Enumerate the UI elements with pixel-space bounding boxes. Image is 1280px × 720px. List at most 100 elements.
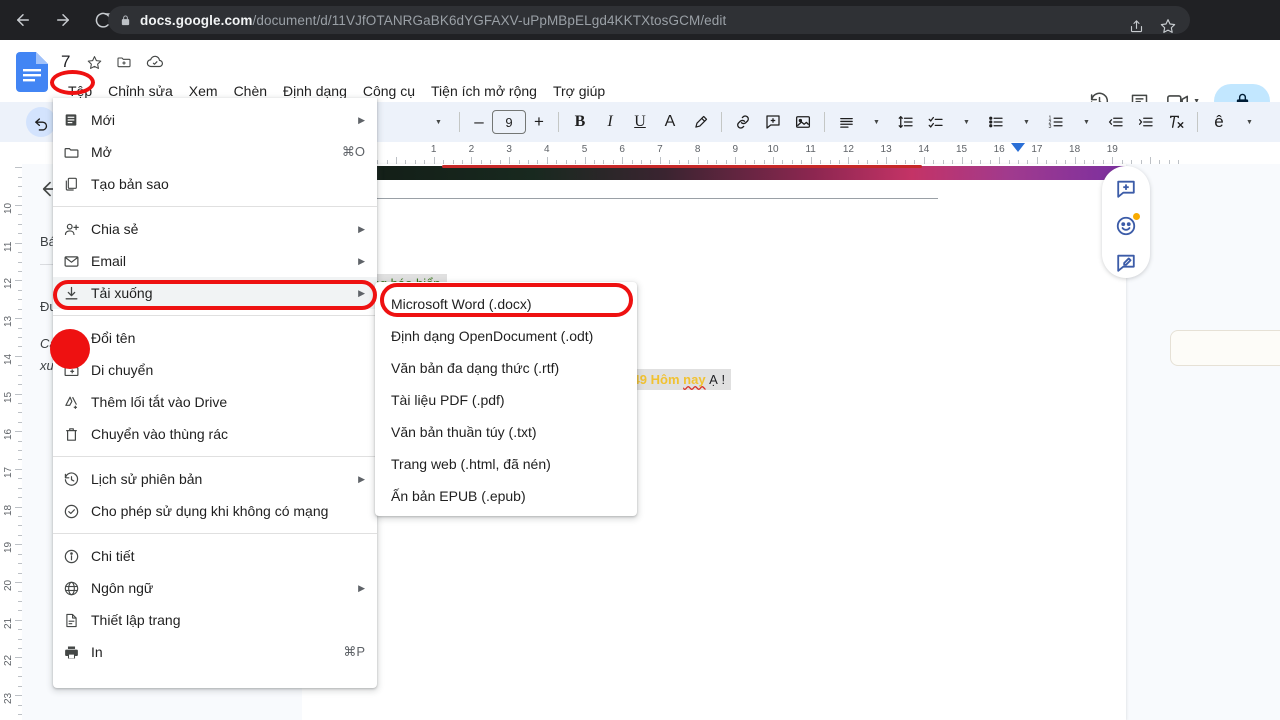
checklist-caret[interactable]: ▼	[951, 107, 981, 137]
bookmark-star-icon[interactable]	[1154, 12, 1182, 40]
italic-button[interactable]: I	[595, 107, 625, 137]
menu-item-label: Tải xuống	[91, 285, 153, 301]
editing-mode-caret[interactable]: ▼	[1234, 107, 1264, 137]
download-option-epub[interactable]: Ấn bản EPUB (.epub)	[375, 480, 637, 512]
menu-item-offline[interactable]: Cho phép sử dụng khi không có mạng	[53, 495, 377, 527]
decrease-font-size-button[interactable]: –	[466, 112, 492, 132]
clear-formatting-icon[interactable]	[1161, 107, 1191, 137]
trash-icon	[63, 426, 91, 443]
menu-item-language[interactable]: Ngôn ngữ ▶	[53, 572, 377, 604]
vertical-ruler[interactable]: 10 11 12 13 14 15 16 17 18 19 20 21 22 23	[0, 164, 22, 720]
menu-divider	[53, 533, 377, 534]
menu-item-open[interactable]: Mở ⌘O	[53, 136, 377, 168]
insert-link-icon[interactable]	[728, 107, 758, 137]
menu-item-move[interactable]: Di chuyển	[53, 354, 377, 386]
right-indent-marker[interactable]	[1011, 143, 1025, 152]
bulleted-list-icon[interactable]	[981, 107, 1011, 137]
browser-toolbar: docs.google.com/document/d/11VJfOTANRGaB…	[0, 0, 1280, 40]
side-action-rail	[1102, 166, 1150, 278]
ruler-number: 5	[581, 144, 588, 155]
increase-font-size-button[interactable]: +	[526, 112, 552, 132]
ruler-number: 3	[506, 144, 512, 155]
font-size-input[interactable]: 9	[492, 110, 526, 134]
comment-card-sliver[interactable]	[1170, 330, 1280, 366]
download-option-rtf[interactable]: Văn bản đa dạng thức (.rtf)	[375, 352, 637, 384]
menu-item-print[interactable]: In ⌘P	[53, 636, 377, 668]
numbered-list-caret[interactable]: ▼	[1071, 107, 1101, 137]
undo-icon[interactable]	[26, 107, 56, 137]
menu-item-label: Chuyển vào thùng rác	[91, 426, 228, 442]
horizontal-ruler[interactable]: 1 2 3 4 5 6 7 8 9 10 11 12 13 14 15 16 17 18 19	[302, 142, 1280, 164]
forward-button[interactable]	[46, 3, 80, 37]
vruler-tick	[15, 695, 22, 697]
toolbar-divider	[721, 112, 722, 132]
checklist-icon[interactable]	[921, 107, 951, 137]
url-domain: docs.google.com	[140, 12, 253, 28]
download-submenu[interactable]: Microsoft Word (.docx) Định dạng OpenDoc…	[375, 282, 637, 516]
ruler-tick	[509, 157, 511, 164]
download-option-docx[interactable]: Microsoft Word (.docx)	[375, 288, 637, 320]
ruler-tick	[1074, 157, 1076, 164]
insert-image-icon[interactable]	[788, 107, 818, 137]
toolbar-divider	[1197, 112, 1198, 132]
download-option-txt[interactable]: Văn bản thuần túy (.txt)	[375, 416, 637, 448]
align-caret[interactable]: ▼	[861, 107, 891, 137]
address-bar[interactable]: docs.google.com/document/d/11VJfOTANRGaB…	[108, 6, 1190, 34]
bold-button[interactable]: B	[565, 107, 595, 137]
share-icon[interactable]	[1122, 12, 1150, 40]
numbered-list-icon[interactable]: 123	[1041, 107, 1071, 137]
menu-item-make-copy[interactable]: Tạo bản sao	[53, 168, 377, 200]
emoji-reaction-rail-icon[interactable]	[1110, 211, 1142, 240]
vruler-tick	[15, 657, 22, 659]
vruler-number: 12	[3, 278, 14, 290]
back-button[interactable]	[6, 3, 40, 37]
vruler-tick	[15, 167, 22, 169]
submenu-arrow-icon: ▶	[358, 287, 365, 298]
move-folder-icon	[63, 362, 91, 379]
menu-item-share[interactable]: Chia sẻ ▶	[53, 213, 377, 245]
vruler-tick	[15, 582, 22, 583]
add-comment-icon[interactable]	[758, 107, 788, 137]
menu-item-details[interactable]: Chi tiết	[53, 540, 377, 572]
menu-item-page-setup[interactable]: Thiết lập trang	[53, 604, 377, 636]
menu-extensions[interactable]: Tiện ích mở rộng	[423, 81, 545, 101]
underline-button[interactable]: U	[625, 107, 655, 137]
ruler-number: 18	[1069, 144, 1081, 155]
decrease-indent-icon[interactable]	[1101, 107, 1131, 137]
add-comment-rail-icon[interactable]	[1110, 174, 1142, 203]
menu-item-download[interactable]: Tải xuống ▶	[53, 277, 377, 309]
menu-item-move-to-trash[interactable]: Chuyển vào thùng rác	[53, 418, 377, 450]
menu-help[interactable]: Trợ giúp	[545, 81, 613, 101]
increase-indent-icon[interactable]	[1131, 107, 1161, 137]
document-title[interactable]: 7	[58, 51, 73, 73]
menu-item-new[interactable]: Mới ▶	[53, 104, 377, 136]
outline-line-4: xu	[40, 358, 54, 373]
download-option-html[interactable]: Trang web (.html, đã nén)	[375, 448, 637, 480]
suggest-edit-rail-icon[interactable]	[1110, 249, 1142, 278]
vruler-tick	[15, 242, 22, 244]
font-dropdown-caret[interactable]: ▼	[423, 107, 453, 137]
toolbar-divider	[558, 112, 559, 132]
vruler-tick	[15, 431, 22, 433]
text-color-button[interactable]: A	[655, 107, 685, 137]
align-icon[interactable]	[831, 107, 861, 137]
highlight-color-icon[interactable]	[685, 107, 715, 137]
notification-dot	[1133, 213, 1140, 221]
lock-icon	[120, 14, 131, 27]
menu-item-email[interactable]: Email ▶	[53, 245, 377, 277]
file-menu-dropdown[interactable]: Mới ▶ Mở ⌘O Tạo bản sao Chia sẻ ▶ Email …	[53, 98, 377, 688]
move-to-folder-icon[interactable]	[116, 54, 132, 70]
star-icon[interactable]	[87, 55, 102, 70]
bulleted-list-caret[interactable]: ▼	[1011, 107, 1041, 137]
ruler-number: 14	[918, 144, 930, 155]
editing-mode-icon[interactable]: ê	[1204, 107, 1234, 137]
ruler-number: 16	[993, 144, 1005, 155]
menu-item-rename[interactable]: Đổi tên	[53, 322, 377, 354]
saved-to-drive-icon[interactable]	[146, 53, 164, 71]
vruler-number: 21	[3, 617, 14, 629]
download-option-odt[interactable]: Định dạng OpenDocument (.odt)	[375, 320, 637, 352]
menu-item-version-history[interactable]: Lịch sử phiên bản ▶	[53, 463, 377, 495]
line-spacing-icon[interactable]	[891, 107, 921, 137]
download-option-pdf[interactable]: Tài liệu PDF (.pdf)	[375, 384, 637, 416]
menu-item-add-shortcut-drive[interactable]: Thêm lối tắt vào Drive	[53, 386, 377, 418]
